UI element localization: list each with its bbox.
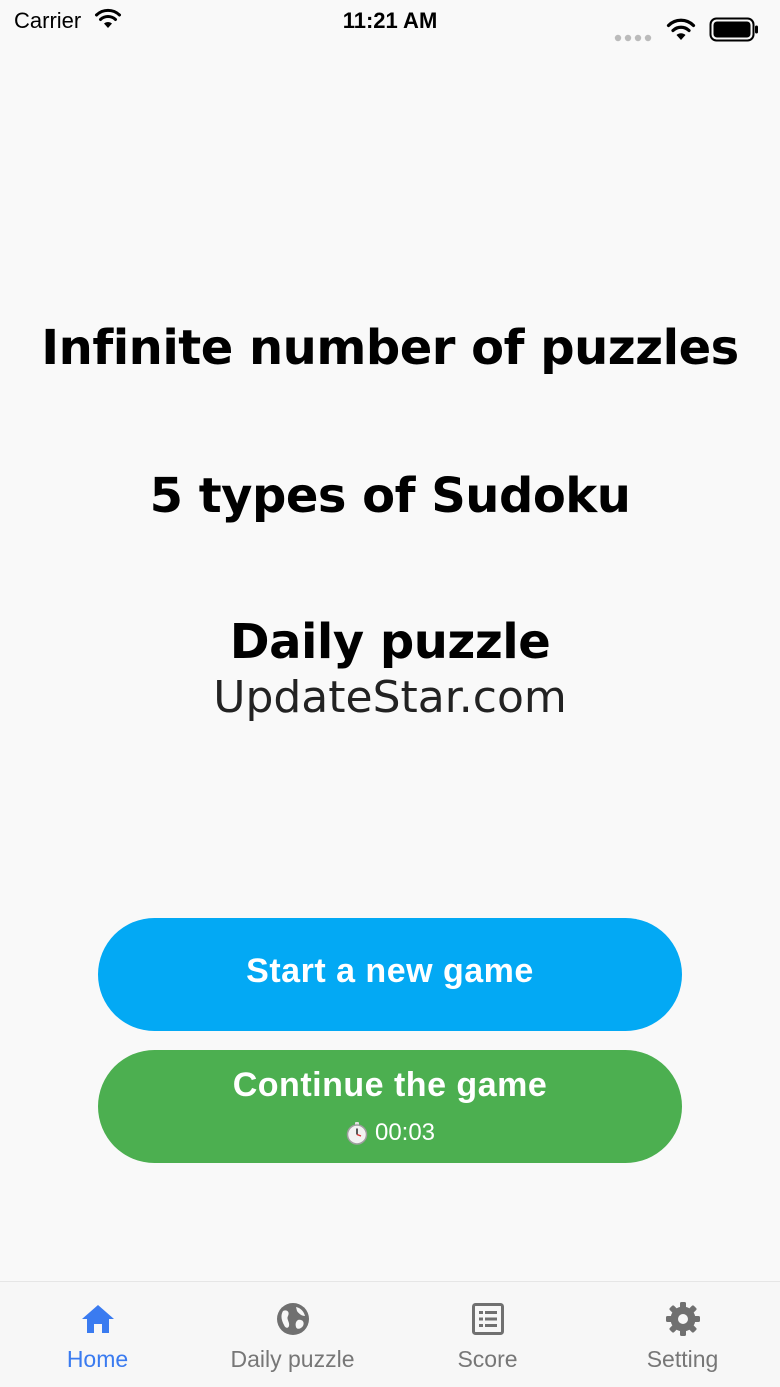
- tab-score-label: Score: [457, 1346, 518, 1372]
- globe-icon: [277, 1303, 309, 1335]
- tab-daily-puzzle[interactable]: Daily puzzle: [195, 1282, 390, 1387]
- start-new-game-button[interactable]: Start a new game: [98, 918, 682, 1031]
- tab-setting[interactable]: Setting: [585, 1282, 780, 1387]
- tab-score[interactable]: Score: [390, 1282, 585, 1387]
- watermark-text: UpdateStar.com: [213, 672, 567, 723]
- status-time: 11:21 AM: [342, 8, 438, 33]
- start-new-game-label: Start a new game: [246, 952, 534, 990]
- status-bar: Carrier 11:21 AM: [0, 0, 780, 48]
- battery-icon: [709, 17, 758, 42]
- headline-daily-puzzle: Daily puzzle: [229, 614, 551, 670]
- list-icon: [472, 1303, 504, 1335]
- tab-home[interactable]: Home: [0, 1282, 195, 1387]
- tab-setting-label: Setting: [646, 1346, 719, 1372]
- tab-daily-puzzle-label: Daily puzzle: [230, 1346, 355, 1372]
- stopwatch-icon: [346, 1122, 368, 1145]
- signal-dots-icon: [614, 34, 652, 42]
- headline-infinite-puzzles: Infinite number of puzzles: [41, 320, 739, 376]
- gear-icon: [666, 1302, 700, 1336]
- home-icon: [82, 1305, 114, 1333]
- wifi-signal-icon: [666, 18, 696, 40]
- elapsed-timer: 00:03: [98, 1119, 682, 1147]
- bottom-tab-bar: Home Daily puzzle Score Setting: [0, 1281, 780, 1387]
- continue-game-button[interactable]: Continue the game 00:03: [98, 1050, 682, 1163]
- tab-home-label: Home: [66, 1346, 129, 1372]
- continue-game-label: Continue the game: [232, 1066, 548, 1104]
- elapsed-time-value: 00:03: [374, 1119, 436, 1146]
- headline-sudoku-types: 5 types of Sudoku: [149, 468, 631, 524]
